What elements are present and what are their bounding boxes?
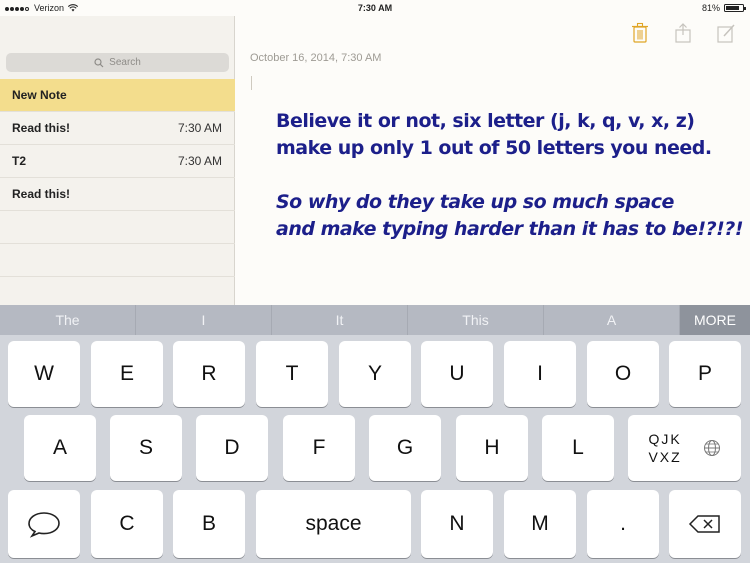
trash-icon[interactable] <box>630 22 650 44</box>
key-l[interactable]: L <box>542 415 614 481</box>
search-icon <box>94 57 104 67</box>
key-n[interactable]: N <box>421 490 493 558</box>
note-item-t2[interactable]: T2 7:30 AM <box>0 145 235 178</box>
key-h[interactable]: H <box>456 415 528 481</box>
suggestion-it[interactable]: It <box>272 305 408 335</box>
more-button[interactable]: MORE <box>680 305 750 335</box>
note-time: 7:30 AM <box>177 121 222 135</box>
key-r[interactable]: R <box>173 341 245 407</box>
dictation-emoji-key[interactable] <box>8 490 80 558</box>
key-e[interactable]: E <box>91 341 163 407</box>
suggestion-the[interactable]: The <box>0 305 136 335</box>
status-bar: Verizon 7:30 AM 81% <box>0 0 750 16</box>
note-title: T2 <box>12 154 27 168</box>
suggestion-a[interactable]: A <box>544 305 680 335</box>
note-item-read-this[interactable]: Read this! 7:30 AM <box>0 112 235 145</box>
note-body[interactable]: Believe it or not, six letter (j, k, q, … <box>276 108 743 243</box>
delete-key[interactable] <box>669 490 741 558</box>
note-blank-line <box>276 162 743 189</box>
key-qjk-vxz[interactable]: QJK VXZ <box>628 415 741 481</box>
key-b[interactable]: B <box>173 490 245 558</box>
speech-bubble-icon <box>28 512 60 538</box>
note-line: and make typing harder than it has to be… <box>276 218 743 240</box>
search-placeholder: Search <box>109 57 141 68</box>
note-title: New Note <box>12 88 67 102</box>
space-key[interactable]: space <box>256 490 411 558</box>
key-p[interactable]: P <box>669 341 741 407</box>
rare-letters-label: QJK VXZ <box>648 430 681 466</box>
empty-row <box>0 244 235 277</box>
note-editor: October 16, 2014, 7:30 AM Believe it or … <box>236 16 750 305</box>
key-c[interactable]: C <box>91 490 163 558</box>
suggestion-bar: The I It This A MORE <box>0 305 750 335</box>
note-date: October 16, 2014, 7:30 AM <box>250 52 382 64</box>
rare-letters-line: VXZ <box>648 449 682 465</box>
note-item-read-this-2[interactable]: Read this! <box>0 178 235 211</box>
status-right: 81% <box>701 3 746 13</box>
key-g[interactable]: G <box>369 415 441 481</box>
empty-row <box>0 211 235 244</box>
suggestion-i[interactable]: I <box>136 305 272 335</box>
status-time: 7:30 AM <box>357 3 393 13</box>
notes-list: New Note Read this! 7:30 AM T2 7:30 AM R… <box>0 79 235 277</box>
suggestion-this[interactable]: This <box>408 305 544 335</box>
note-title: Read this! <box>12 187 71 201</box>
key-w[interactable]: W <box>8 341 80 407</box>
text-cursor <box>251 76 252 90</box>
note-time: 7:30 AM <box>177 154 222 168</box>
note-line: So why do they take up so much space <box>276 191 674 213</box>
key-d[interactable]: D <box>196 415 268 481</box>
battery-icon <box>724 4 746 12</box>
battery-percent: 81% <box>701 3 720 13</box>
share-icon[interactable] <box>673 22 693 44</box>
key-f[interactable]: F <box>283 415 355 481</box>
key-period[interactable]: . <box>587 490 659 558</box>
compose-icon[interactable] <box>716 22 736 44</box>
note-title: Read this! <box>12 121 71 135</box>
keyboard: The I It This A MORE W E R T Y U I O P A… <box>0 305 750 563</box>
note-line: make up only 1 out of 50 letters you nee… <box>276 137 712 159</box>
search-field[interactable]: Search <box>6 53 229 72</box>
key-m[interactable]: M <box>504 490 576 558</box>
key-t[interactable]: T <box>256 341 328 407</box>
battery-fill <box>726 6 739 10</box>
key-s[interactable]: S <box>110 415 182 481</box>
note-line: Believe it or not, six letter (j, k, q, … <box>276 110 695 132</box>
key-o[interactable]: O <box>587 341 659 407</box>
key-u[interactable]: U <box>421 341 493 407</box>
key-i[interactable]: I <box>504 341 576 407</box>
rare-letters-line: QJK <box>648 431 682 447</box>
globe-icon <box>703 440 720 456</box>
notes-sidebar: Search New Note Read this! 7:30 AM T2 7:… <box>0 16 235 305</box>
backspace-icon <box>688 515 720 533</box>
note-item-new-note[interactable]: New Note <box>0 79 235 112</box>
key-y[interactable]: Y <box>339 341 411 407</box>
key-a[interactable]: A <box>24 415 96 481</box>
